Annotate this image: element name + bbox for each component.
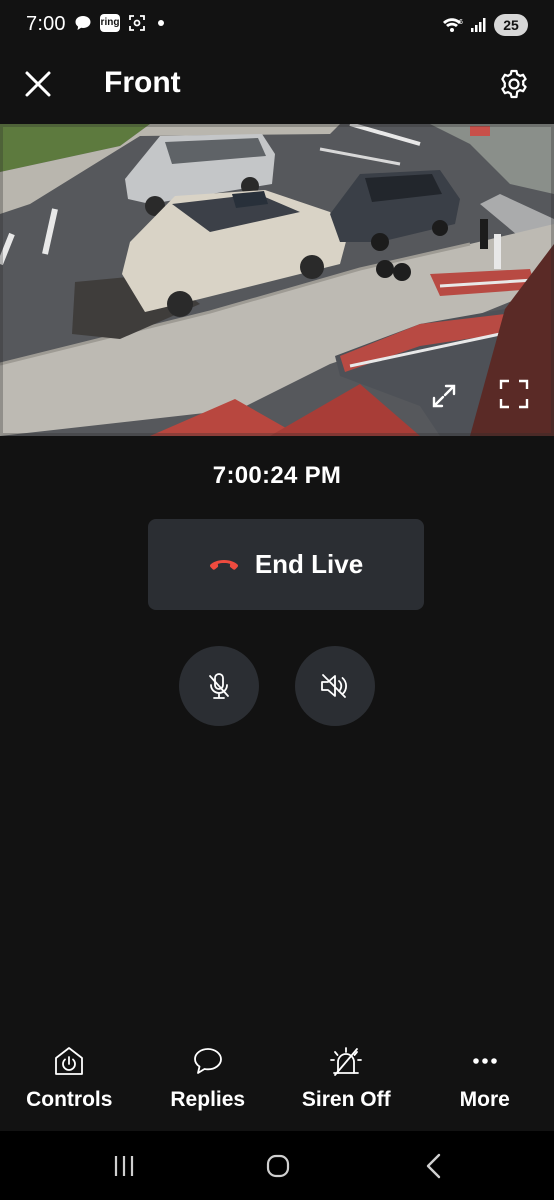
close-icon (25, 71, 51, 97)
controls-label: Controls (26, 1088, 113, 1111)
gear-icon (501, 69, 527, 99)
camera-image (0, 124, 554, 436)
page-title: Front (104, 66, 181, 99)
siren-off-button[interactable]: Siren Off (277, 1040, 416, 1130)
home-button[interactable] (258, 1149, 298, 1183)
status-icons-left: ring (74, 14, 164, 32)
back-button[interactable] (414, 1149, 454, 1183)
status-bar: 7:00 ring 6 25 (0, 0, 554, 52)
action-bar: Controls Replies Siren Off More (0, 1040, 554, 1130)
live-timestamp: 7:00:24 PM (212, 462, 342, 489)
settings-button[interactable] (494, 64, 534, 104)
mic-muted-icon (209, 673, 229, 699)
live-view-screen: 7:00 ring 6 25 Front 7:00:24 PM End Live… (0, 0, 554, 1200)
system-nav-bar (0, 1131, 554, 1200)
speaker-toggle-button[interactable] (295, 646, 375, 726)
end-live-button[interactable]: End Live (148, 519, 424, 610)
network-label: 6 (459, 19, 463, 26)
chat-icon (191, 1044, 225, 1078)
more-dots-icon (468, 1044, 502, 1078)
notification-dot (158, 20, 164, 26)
camera-feed[interactable] (0, 124, 554, 436)
replies-label: Replies (170, 1088, 246, 1111)
ring-app-icon: ring (100, 14, 120, 32)
replies-button[interactable]: Replies (139, 1040, 278, 1130)
wifi-icon: 6 (442, 16, 464, 34)
fullscreen-icon (499, 379, 529, 409)
expand-icon (432, 384, 456, 408)
recents-button[interactable] (104, 1149, 144, 1183)
expand-button[interactable] (426, 378, 462, 414)
status-icons-right: 6 25 (442, 14, 528, 36)
mic-toggle-button[interactable] (179, 646, 259, 726)
end-live-label: End Live (254, 549, 364, 579)
hang-up-icon (209, 559, 238, 570)
more-button[interactable]: More (416, 1040, 554, 1130)
status-time: 7:00 (26, 13, 66, 35)
siren-off-label: Siren Off (301, 1088, 391, 1111)
battery-icon: 25 (494, 14, 528, 36)
recents-icon (114, 1156, 134, 1176)
speaker-muted-icon (321, 674, 347, 698)
signal-icon (470, 16, 488, 34)
power-icon (52, 1044, 86, 1078)
home-icon (266, 1154, 290, 1178)
app-header: Front (0, 52, 554, 122)
more-label: More (459, 1088, 510, 1111)
back-icon (426, 1153, 441, 1179)
fullscreen-button[interactable] (496, 376, 532, 412)
siren-off-icon (329, 1044, 363, 1078)
controls-button[interactable]: Controls (0, 1040, 139, 1130)
screenshot-icon (128, 14, 146, 32)
chat-bubble-icon (74, 14, 92, 32)
close-button[interactable] (18, 64, 58, 104)
